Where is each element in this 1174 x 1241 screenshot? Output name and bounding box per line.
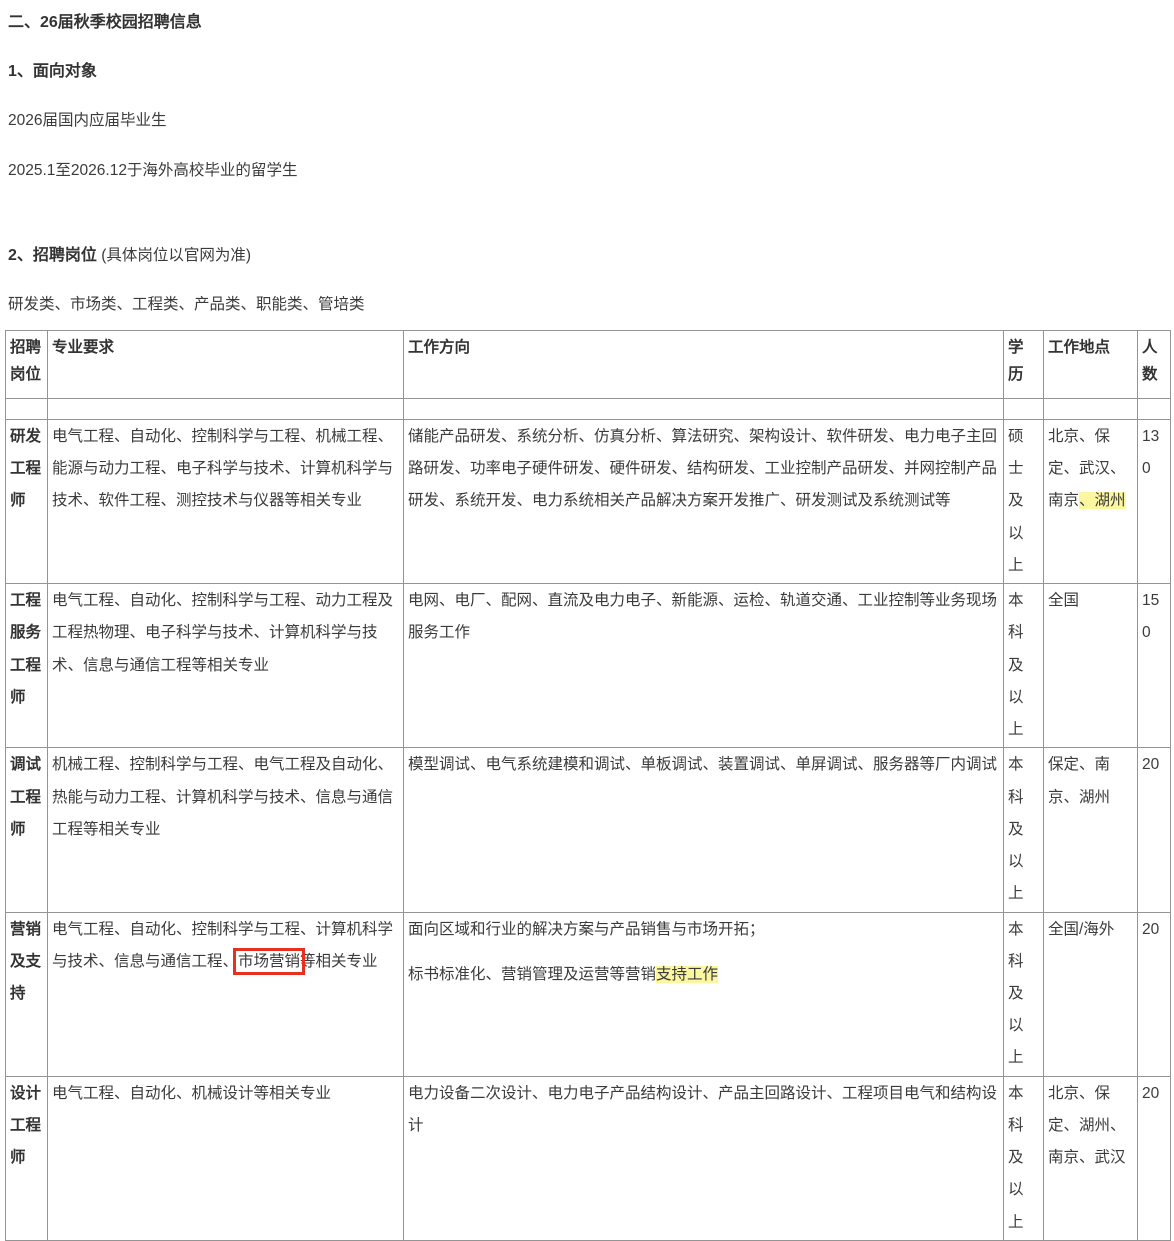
direction-paragraph-1: 面向区域和行业的解决方案与产品销售与市场开拓；: [408, 914, 998, 946]
cell-headcount: 20: [1138, 748, 1171, 912]
cell-majors: 电气工程、自动化、控制科学与工程、计算机科学与技术、信息与通信工程、市场营销等相…: [48, 912, 404, 1076]
doc-title: 二、26届秋季校园招聘信息: [8, 8, 1170, 32]
cell-location: 全国: [1044, 584, 1138, 748]
cell-direction: 面向区域和行业的解决方案与产品销售与市场开拓； 标书标准化、营销管理及运营等营销…: [404, 912, 1004, 1076]
cell-position: 调试工程师: [6, 748, 48, 912]
cell-headcount: 20: [1138, 1076, 1171, 1240]
cell-majors: 电气工程、自动化、控制科学与工程、机械工程、能源与动力工程、电子科学与技术、计算…: [48, 420, 404, 584]
cell-position: 研发工程师: [6, 420, 48, 584]
cell-location: 保定、南京、湖州: [1044, 748, 1138, 912]
section-1-heading: 1、面向对象: [8, 57, 1170, 81]
cell-location: 北京、保定、武汉、南京、湖州: [1044, 420, 1138, 584]
recruitment-table: 招聘岗位 专业要求 工作方向 学历 工作地点 人数 研发工程师 电气工程、自动化…: [5, 330, 1171, 1241]
direction-text: 标书标准化、营销管理及运营等营销: [408, 966, 656, 983]
cell-location: 北京、保定、湖州、南京、武汉: [1044, 1076, 1138, 1240]
cell-headcount: 130: [1138, 420, 1171, 584]
section-2-heading-note: (具体岗位以官网为准): [97, 247, 251, 264]
spacer-row: [6, 399, 1171, 420]
cell-headcount: 20: [1138, 912, 1171, 1076]
cell-degree: 本科及以上: [1004, 748, 1044, 912]
section-2-heading: 2、招聘岗位 (具体岗位以官网为准): [8, 241, 1170, 265]
audience-line-overseas: 2025.1至2026.12于海外高校毕业的留学生: [8, 158, 1170, 180]
cell-degree: 硕士及以上: [1004, 420, 1044, 584]
table-row-design-engineer: 设计工程师 电气工程、自动化、机械设计等相关专业 电力设备二次设计、电力电子产品…: [6, 1076, 1171, 1240]
marketing-major-red-box-annotation: 市场营销: [238, 953, 300, 970]
cell-direction: 电网、电厂、配网、直流及电力电子、新能源、运检、轨道交通、工业控制等业务现场服务…: [404, 584, 1004, 748]
header-location: 工作地点: [1044, 331, 1138, 399]
cell-position: 工程服务工程师: [6, 584, 48, 748]
table-header-row: 招聘岗位 专业要求 工作方向 学历 工作地点 人数: [6, 331, 1171, 399]
header-majors: 专业要求: [48, 331, 404, 399]
cell-headcount: 150: [1138, 584, 1171, 748]
section-2-heading-text: 2、招聘岗位: [8, 247, 97, 264]
cell-majors: 电气工程、自动化、机械设计等相关专业: [48, 1076, 404, 1240]
cell-majors: 电气工程、自动化、控制科学与工程、动力工程及工程热物理、电子科学与技术、计算机科…: [48, 584, 404, 748]
location-highlight-huzhou: 、湖州: [1079, 492, 1126, 509]
table-row-rd-engineer: 研发工程师 电气工程、自动化、控制科学与工程、机械工程、能源与动力工程、电子科学…: [6, 420, 1171, 584]
majors-text: 等相关专业: [300, 953, 378, 970]
table-row-marketing-support: 营销及支持 电气工程、自动化、控制科学与工程、计算机科学与技术、信息与通信工程、…: [6, 912, 1171, 1076]
header-headcount: 人数: [1138, 331, 1171, 399]
cell-degree: 本科及以上: [1004, 1076, 1044, 1240]
cell-degree: 本科及以上: [1004, 584, 1044, 748]
direction-paragraph-2: 标书标准化、营销管理及运营等营销支持工作: [408, 959, 998, 991]
job-categories: 研发类、市场类、工程类、产品类、职能类、管培类: [8, 292, 1170, 314]
cell-direction: 电力设备二次设计、电力电子产品结构设计、产品主回路设计、工程项目电气和结构设计: [404, 1076, 1004, 1240]
header-direction: 工作方向: [404, 331, 1004, 399]
audience-line-domestic: 2026届国内应届毕业生: [8, 108, 1170, 130]
cell-position: 营销及支持: [6, 912, 48, 1076]
cell-majors: 机械工程、控制科学与工程、电气工程及自动化、热能与动力工程、计算机科学与技术、信…: [48, 748, 404, 912]
table-row-commissioning-engineer: 调试工程师 机械工程、控制科学与工程、电气工程及自动化、热能与动力工程、计算机科…: [6, 748, 1171, 912]
table-row-engineering-service: 工程服务工程师 电气工程、自动化、控制科学与工程、动力工程及工程热物理、电子科学…: [6, 584, 1171, 748]
cell-degree: 本科及以上: [1004, 912, 1044, 1076]
cell-location: 全国/海外: [1044, 912, 1138, 1076]
header-position: 招聘岗位: [6, 331, 48, 399]
cell-position: 设计工程师: [6, 1076, 48, 1240]
cell-direction: 模型调试、电气系统建模和调试、单板调试、装置调试、单屏调试、服务器等厂内调试: [404, 748, 1004, 912]
header-degree: 学历: [1004, 331, 1044, 399]
direction-highlight-support-work: 支持工作: [656, 966, 718, 983]
cell-direction: 储能产品研发、系统分析、仿真分析、算法研究、架构设计、软件研发、电力电子主回路研…: [404, 420, 1004, 584]
